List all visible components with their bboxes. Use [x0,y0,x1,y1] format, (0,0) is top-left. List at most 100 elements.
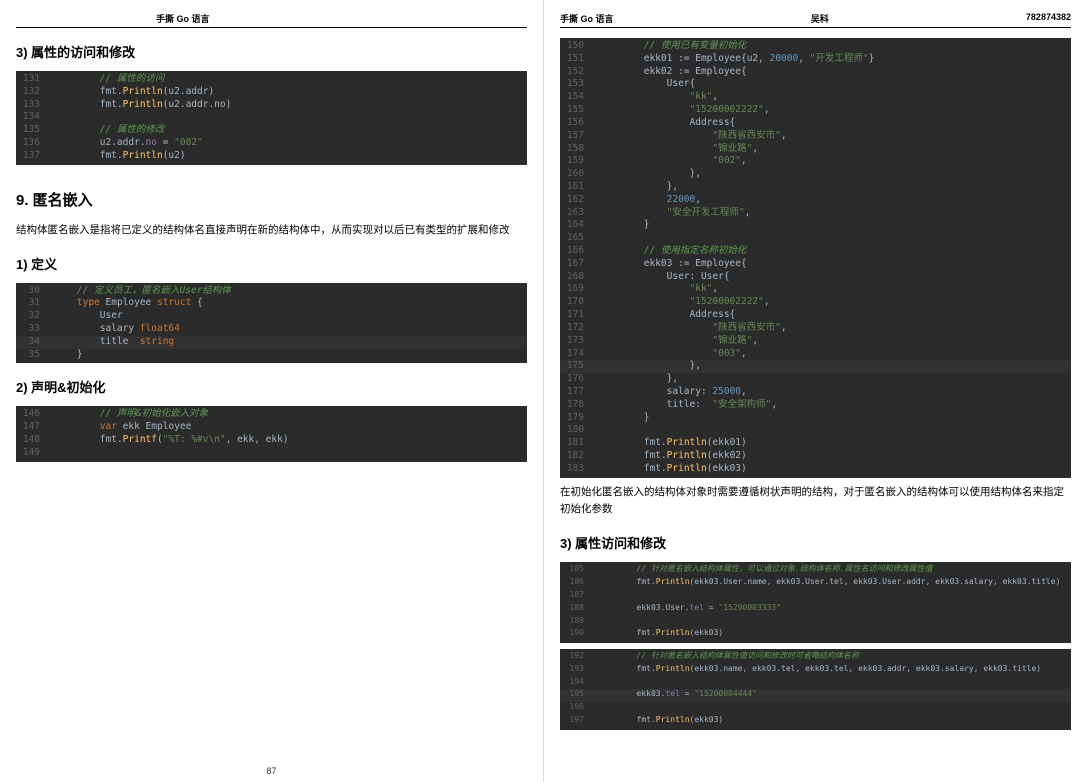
line-source: "15200002222", [592,296,1071,309]
code-line: 186 fmt.Println(ekk03.User.name, ekk03.U… [560,577,1071,590]
page-number: 87 [266,766,276,776]
line-number: 187 [560,590,592,603]
code-line: 132 fmt.Println(u2.addr) [16,86,527,99]
code-line: 172 "陕西省西安市", [560,322,1071,335]
line-source: fmt.Println(ekk03) [592,628,1071,641]
line-number: 193 [560,664,592,677]
line-number: 31 [16,297,48,310]
code-line: 33 salary float64 [16,323,527,336]
code-line: 148 fmt.Printf("%T: %#v\n", ekk, ekk) [16,434,527,447]
line-number: 35 [16,349,48,362]
line-source: type Employee struct { [48,297,527,310]
para-anon-embed: 结构体匿名嵌入是指将已定义的结构体名直接声明在新的结构体中，从而实现对以后已有类… [16,222,527,240]
line-source: fmt.Println(ekk03) [592,463,1071,476]
line-source: // 针对匿名嵌入结构体属性，可以通过对象.结构体名称.属性名访问和修改属性值 [592,564,1071,577]
line-source: // 属性的修改 [48,124,527,137]
code-line: 167 ekk03 := Employee{ [560,258,1071,271]
line-number: 131 [16,73,48,86]
line-source: ekk02 := Employee{ [592,66,1071,79]
code-line: 181 fmt.Println(ekk01) [560,437,1071,450]
line-source: } [592,219,1071,232]
line-source: "15200002222", [592,104,1071,117]
line-number: 154 [560,91,592,104]
line-number: 165 [560,232,592,245]
header-author: 吴科 [811,12,829,25]
code-line: 34 title string [16,336,527,349]
line-number: 192 [560,651,592,664]
line-number: 34 [16,336,48,349]
line-source: // 使用已有变量初始化 [592,40,1071,53]
code-line: 165 [560,232,1071,245]
line-number: 150 [560,40,592,53]
code-line: 131 // 属性的访问 [16,73,527,86]
line-number: 182 [560,450,592,463]
line-number: 181 [560,437,592,450]
code-line: 152 ekk02 := Employee{ [560,66,1071,79]
code-line: 175 }, [560,360,1071,373]
line-number: 168 [560,271,592,284]
code-block-3: 146 // 声明&初始化嵌入对象147 var ekk Employee148… [16,406,527,461]
code-line: 194 [560,677,1071,690]
code-line: 30 // 定义员工，匿名嵌入User结构体 [16,285,527,298]
line-number: 166 [560,245,592,258]
line-source: fmt.Println(ekk02) [592,450,1071,463]
line-number: 152 [560,66,592,79]
code-line: 190 fmt.Println(ekk03) [560,628,1071,641]
line-source: "锦业路", [592,335,1071,348]
line-number: 155 [560,104,592,117]
code-line: 146 // 声明&初始化嵌入对象 [16,408,527,421]
line-source: title string [48,336,527,349]
line-source: } [48,349,527,362]
line-source: fmt.Println(ekk01) [592,437,1071,450]
code-line: 163 "安全开发工程师", [560,207,1071,220]
line-number: 178 [560,399,592,412]
line-source: ekk01 := Employee{u2, 20000, "开发工程师"} [592,53,1071,66]
line-number: 30 [16,285,48,298]
line-source: "陕西省西安市", [592,322,1071,335]
line-number: 160 [560,168,592,181]
code-line: 182 fmt.Println(ekk02) [560,450,1071,463]
line-source [592,590,1071,603]
code-line: 193 fmt.Println(ekk03.name, ekk03.tel, e… [560,664,1071,677]
line-source: salary: 25000, [592,386,1071,399]
line-source [592,702,1071,715]
line-number: 189 [560,616,592,629]
line-source: "陕西省西安市", [592,130,1071,143]
line-source: // 声明&初始化嵌入对象 [48,408,527,421]
line-number: 169 [560,283,592,296]
line-number: 186 [560,577,592,590]
line-number: 135 [16,124,48,137]
header-id: 782874382 [1026,12,1071,25]
line-number: 177 [560,386,592,399]
line-number: 137 [16,150,48,163]
line-source: // 针对匿名嵌入结构体属性值访问和修改时可省略结构体名称 [592,651,1071,664]
line-number: 188 [560,603,592,616]
code-line: 187 [560,590,1071,603]
code-block-2: 30 // 定义员工，匿名嵌入User结构体31 type Employee s… [16,283,527,364]
line-source: }, [592,360,1071,373]
line-number: 172 [560,322,592,335]
code-line: 180 [560,424,1071,437]
line-source: salary float64 [48,323,527,336]
code-line: 192 // 针对匿名嵌入结构体属性值访问和修改时可省略结构体名称 [560,651,1071,664]
line-source: var ekk Employee [48,421,527,434]
line-number: 194 [560,677,592,690]
line-source [592,424,1071,437]
line-source: u2.addr.no = "002" [48,137,527,150]
line-number: 174 [560,348,592,361]
line-number: 167 [560,258,592,271]
code-line: 183 fmt.Println(ekk03) [560,463,1071,476]
line-number: 162 [560,194,592,207]
line-number: 33 [16,323,48,336]
line-source: fmt.Println(ekk03.User.name, ekk03.User.… [592,577,1071,590]
header-right: 手撕 Go 语言 吴科 782874382 [560,12,1071,28]
code-line: 178 title: "安全架构师", [560,399,1071,412]
line-number: 32 [16,310,48,323]
code-line: 173 "锦业路", [560,335,1071,348]
code-line: 155 "15200002222", [560,104,1071,117]
line-source: fmt.Println(ekk03.name, ekk03.tel, ekk03… [592,664,1071,677]
line-source: "002", [592,155,1071,168]
code-line: 197 fmt.Println(ekk03) [560,715,1071,728]
line-number: 196 [560,702,592,715]
line-source [592,677,1071,690]
